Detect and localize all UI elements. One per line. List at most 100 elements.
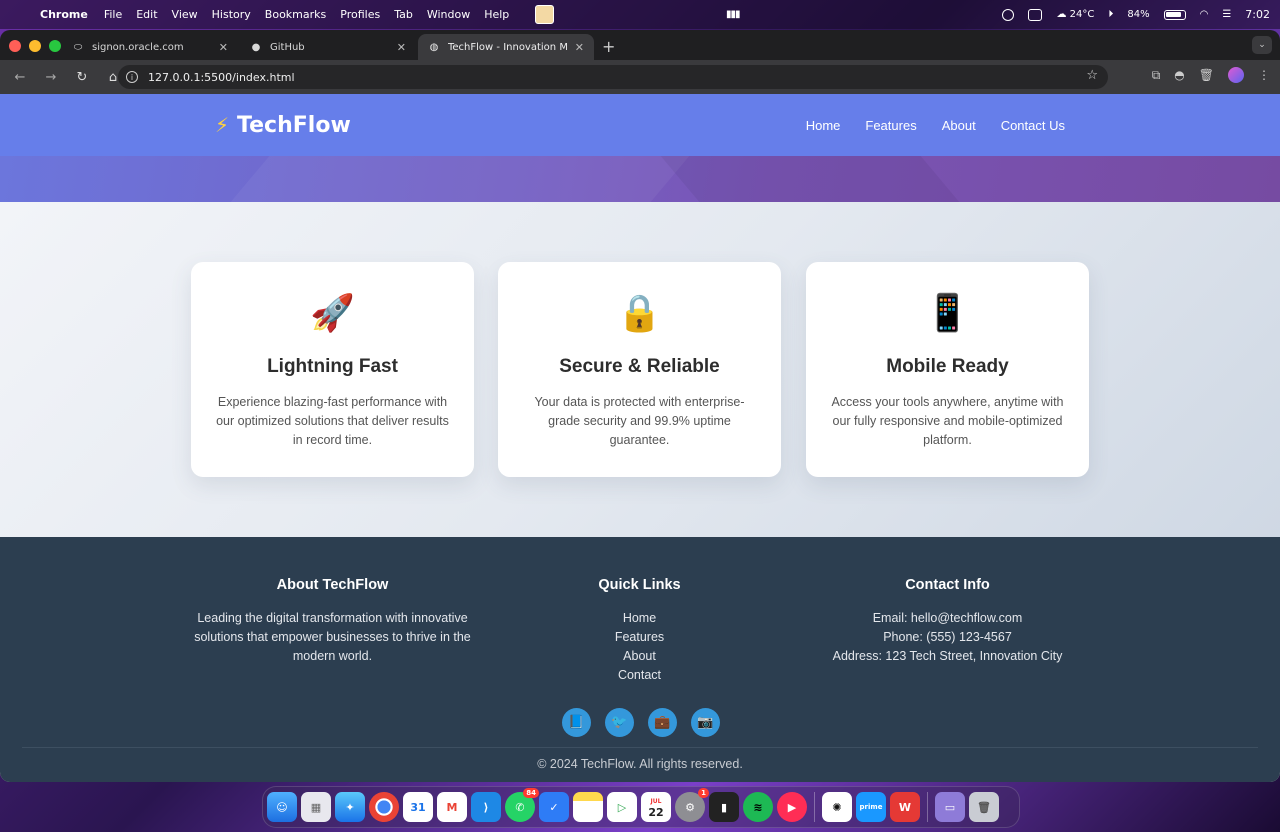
lock-icon: 🔒 [617,293,662,334]
rocket-icon: 🚀 [310,293,355,334]
back-icon[interactable]: ← [10,67,30,87]
menu-profiles[interactable]: Profiles [340,8,380,21]
tab-close-icon[interactable]: ✕ [397,41,406,54]
footer-quick-links: Quick Links Home Features About Contact [498,577,781,685]
nav-features[interactable]: Features [865,118,916,133]
tab-oracle[interactable]: ⬭ signon.oracle.com ✕ [62,34,238,60]
downloads-folder-icon[interactable]: ▭ [935,792,965,822]
menu-file[interactable]: File [104,8,122,21]
launchpad-icon[interactable]: ▦ [301,792,331,822]
tab-search-button[interactable]: ⌄ [1252,36,1272,54]
profile-avatar[interactable] [1228,67,1244,83]
tab-techflow[interactable]: ◍ TechFlow - Innovation Made S ✕ [418,34,594,60]
clock[interactable]: 7:02 [1245,8,1270,21]
vscode-icon[interactable]: ⟩ [471,792,501,822]
gmail-icon[interactable]: M [437,792,467,822]
play-icon[interactable]: ⏵ [1108,9,1113,20]
trash-bin-icon[interactable]: 🗑 [969,792,999,822]
nav-home[interactable]: Home [806,118,841,133]
minimize-window-button[interactable] [29,40,41,52]
footer-phone: Phone: (555) 123-4567 [883,630,1012,644]
features-section: 🚀 Lightning Fast Experience blazing-fast… [0,202,1280,537]
chatgpt-icon[interactable]: ✺ [822,792,852,822]
footer-links-title: Quick Links [598,577,681,593]
wifi-icon[interactable]: ◠ [1200,9,1209,20]
weather-widget[interactable]: ☁ 24°C [1056,9,1094,20]
whatsapp-icon[interactable]: ✆ 84 [505,788,539,822]
bookmark-star-icon[interactable]: ☆ [1086,68,1098,83]
music-icon[interactable]: ▶ [777,792,807,822]
close-window-button[interactable] [9,40,21,52]
site-info-icon[interactable]: i [126,71,138,83]
linkedin-icon[interactable]: 💼 [648,708,677,737]
nav-about[interactable]: About [942,118,976,133]
oracle-icon: ⬭ [73,41,83,53]
instagram-icon[interactable]: 📷 [691,708,720,737]
forward-icon[interactable]: → [41,67,61,87]
tab-title: GitHub [270,41,305,53]
new-tab-button[interactable]: + [602,37,615,56]
zoom-window-button[interactable] [49,40,61,52]
feature-title: Secure & Reliable [559,356,720,377]
site-logo-text: TechFlow [237,112,351,138]
feature-card-fast: 🚀 Lightning Fast Experience blazing-fast… [191,262,474,477]
menubar-status-area: ☁ 24°C ⏵ 84% ◠ ☰ 7:02 [1002,0,1270,29]
tab-github[interactable]: ● GitHub ✕ [240,34,416,60]
menu-view[interactable]: View [172,8,198,21]
footer-link-contact[interactable]: Contact [498,666,781,685]
menu-window[interactable]: Window [427,8,470,21]
globe-icon: ◍ [429,41,439,53]
footer-email: Email: hello@techflow.com [872,611,1023,625]
safari-icon[interactable]: ✦ [335,792,365,822]
menu-history[interactable]: History [212,8,251,21]
reload-icon[interactable]: ↻ [72,67,92,87]
tab-close-icon[interactable]: ✕ [575,41,584,54]
dock-separator [814,792,815,822]
macos-dock: ☺ ▦ ✦ 31 M ⟩ ✆ 84 ✓ ▷ JUL 22 ⚙ 1 ▮ ≋ ▶ ✺ pr… [262,786,1020,828]
wps-office-icon[interactable]: W [890,792,920,822]
tab-title: TechFlow - Innovation Made S [448,41,567,53]
footer-link-features[interactable]: Features [498,628,781,647]
incognito-icon[interactable]: ◓ [1174,68,1184,82]
focus-icon[interactable] [1002,8,1015,21]
system-settings-icon[interactable]: ⚙ 1 [675,788,709,822]
extensions-icon[interactable]: ⧉ [1152,68,1161,83]
footer-contact-title: Contact Info [905,577,990,593]
browser-toolbar: ← → ↻ ⌂ i 127.0.0.1:5500/index.html ☆ ⧉ … [0,60,1280,94]
footer-link-about[interactable]: About [498,647,781,666]
control-center-icon[interactable]: ☰ [1222,9,1231,20]
menu-app-chrome[interactable]: Chrome [40,8,88,21]
notes-icon[interactable] [573,792,603,822]
audio-app-icon[interactable]: ▮ [709,792,739,822]
google-calendar-icon[interactable]: 31 [403,792,433,822]
github-icon: ● [251,41,261,53]
site-logo[interactable]: ⚡ TechFlow [215,113,351,138]
spotify-icon[interactable]: ≋ [743,792,773,822]
footer-link-home[interactable]: Home [498,609,781,628]
chrome-menu-icon[interactable]: ⋮ [1258,68,1270,82]
settings-badge: 1 [698,788,709,798]
audio-levels-icon[interactable]: ▮▮▮ [726,9,740,20]
facebook-icon[interactable]: 📘 [562,708,591,737]
feature-description: Experience blazing-fast performance with… [216,395,449,447]
address-bar[interactable]: i 127.0.0.1:5500/index.html ☆ [118,65,1108,89]
menu-tab[interactable]: Tab [394,8,413,21]
menu-bookmarks[interactable]: Bookmarks [265,8,326,21]
menu-edit[interactable]: Edit [136,8,157,21]
menu-help[interactable]: Help [484,8,509,21]
weather-temp: 24°C [1069,9,1095,20]
trash-icon[interactable]: 🗑 [1199,68,1214,82]
todo-icon[interactable]: ✓ [539,792,569,822]
display-icon[interactable] [1028,8,1043,21]
tab-close-icon[interactable]: ✕ [219,41,228,54]
play-store-icon[interactable]: ▷ [607,792,637,822]
twitter-icon[interactable]: 🐦 [605,708,634,737]
calendar-icon[interactable]: JUL 22 [641,792,671,822]
battery-icon[interactable] [1163,9,1186,20]
finder-icon[interactable]: ☺ [267,792,297,822]
prime-video-icon[interactable]: prime [856,792,886,822]
nav-contact-us[interactable]: Contact Us [1001,118,1065,133]
footer-about-text: Leading the digital transformation with … [194,611,471,663]
menubar-app-icon[interactable] [535,5,554,24]
chrome-icon[interactable] [369,792,399,822]
